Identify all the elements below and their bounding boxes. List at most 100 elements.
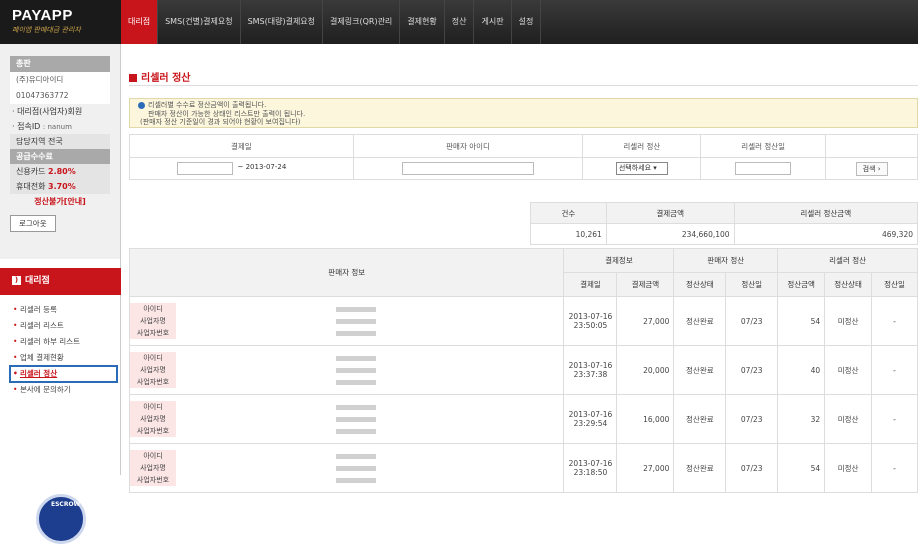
notice-box: 리셀러별 수수료 정산금액이 출력됩니다. 판매자 정산이 가능한 상태인 리스… bbox=[129, 98, 918, 128]
reseller-status: 미정산 bbox=[824, 345, 873, 395]
seller-settle-status: 정산완료 bbox=[673, 345, 727, 395]
nav-settlement[interactable]: 정산 bbox=[445, 0, 475, 44]
payment-date: 2013-07-16 23:18:50 bbox=[563, 443, 618, 493]
settlement-table: 판매자 정보 결제정보 판매자 정산 리셀러 정산 결제일 결제금액 정산상태 … bbox=[128, 248, 918, 493]
payment-date: 2013-07-16 23:37:38 bbox=[563, 345, 618, 395]
nav-payment-status[interactable]: 결제현황 bbox=[400, 0, 445, 44]
seller-settle-date: 07/23 bbox=[725, 394, 779, 444]
nav-settings[interactable]: 설정 bbox=[512, 0, 542, 44]
subheader-reseller-status: 정산상태 bbox=[824, 272, 873, 297]
region-row: 담당지역 전국 bbox=[10, 134, 110, 149]
seller-settle-status: 정산완료 bbox=[673, 394, 727, 444]
summary-table: 건수 결제금액 리셀러 정산금액 10,261 234,660,100 469,… bbox=[530, 202, 918, 245]
nav-sms-single[interactable]: SMS(건별)결제요청 bbox=[158, 0, 241, 44]
settle-status-select[interactable]: 선택하세요 ▾ bbox=[615, 162, 668, 175]
menu-reseller-register[interactable]: 리셀러 등록 bbox=[0, 302, 121, 318]
subheader-seller-status: 정산상태 bbox=[673, 272, 727, 297]
escrow-badge: ESCROW bbox=[36, 494, 86, 544]
main-nav: 대리점 SMS(건별)결제요청 SMS(대량)결제요청 결제링크(QR)관리 결… bbox=[121, 0, 542, 44]
summary-header-amount: 결제금액 bbox=[605, 202, 735, 224]
date-from-input[interactable] bbox=[177, 162, 234, 175]
date-to-input[interactable]: ~ 2013-07-24 bbox=[235, 162, 306, 175]
subheader-reseller-amount: 정산금액 bbox=[777, 272, 826, 297]
seller-id-input[interactable] bbox=[402, 162, 535, 175]
fee-header: 공급수수료 bbox=[10, 149, 110, 164]
search-table: 결제일 판매자 아이디 리셀러 정산 리셀러 정산일 ~ 2013-07-24 … bbox=[129, 134, 918, 180]
logout-button[interactable]: 로그아웃 bbox=[10, 215, 56, 232]
header-reseller-settle: 리셀러 정산 bbox=[777, 248, 918, 273]
nav-board[interactable]: 게시판 bbox=[474, 0, 512, 44]
logo[interactable]: PAYAPP 페이앱 판매대금 관리자 bbox=[0, 0, 121, 44]
reseller-status: 미정산 bbox=[824, 394, 873, 444]
notice-line-3: (판매자 정산 기준일이 경과 되어야 현황이 보여집니다) bbox=[140, 118, 301, 126]
seller-settle-date: 07/23 bbox=[725, 345, 779, 395]
reseller-amount: 32 bbox=[777, 394, 826, 444]
menu-reseller-sub-list[interactable]: 리셀러 하부 리스트 bbox=[0, 334, 121, 350]
subheader-date: 결제일 bbox=[563, 272, 618, 297]
menu-reseller-list[interactable]: 리셀러 리스트 bbox=[0, 318, 121, 334]
nav-agency[interactable]: 대리점 bbox=[121, 0, 159, 44]
search-button[interactable]: 검색 › bbox=[855, 161, 888, 176]
title-divider bbox=[129, 85, 918, 86]
table-row: 아이디 사업자명 사업자번호 2013-07-16 23:29:54 16,000… bbox=[128, 394, 918, 444]
page-title: 리셀러 정산 bbox=[129, 69, 190, 84]
menu-contact-hq[interactable]: 본사에 문의하기 bbox=[0, 382, 121, 398]
table-row: 아이디 사업자명 사업자번호 2013-07-16 23:18:50 27,000… bbox=[128, 443, 918, 493]
table-row: 아이디 사업자명 사업자번호 2013-07-16 23:37:38 20,000… bbox=[128, 345, 918, 395]
settle-date-cell bbox=[700, 157, 827, 180]
sidebar: 총판 (주)유디아이디 01047363772 · 대리점(사업자)회원 · 접… bbox=[0, 44, 121, 544]
seller-settle-status: 정산완료 bbox=[673, 443, 727, 493]
seller-settle-date: 07/23 bbox=[725, 443, 779, 493]
mobile-fee-row: 휴대전화 3.70% bbox=[10, 179, 110, 194]
seller-info-cell: 아이디 사업자명 사업자번호 bbox=[128, 394, 565, 444]
search-header-seller-id: 판매자 아이디 bbox=[352, 134, 584, 158]
seller-info-cell: 아이디 사업자명 사업자번호 bbox=[128, 296, 565, 346]
account-panel: 총판 (주)유디아이디 01047363772 · 대리점(사업자)회원 · 접… bbox=[0, 44, 120, 259]
reseller-date: - bbox=[871, 296, 918, 346]
payment-amount: 16,000 bbox=[616, 394, 675, 444]
side-menu: 리셀러 등록 리셀러 리스트 리셀러 하부 리스트 업체 결제현황 리셀러 정산… bbox=[0, 302, 121, 398]
payment-date: 2013-07-16 23:29:54 bbox=[563, 394, 618, 444]
search-button-cell: 검색 › bbox=[825, 157, 918, 180]
reseller-date: - bbox=[871, 443, 918, 493]
payment-date: 2013-07-16 23:50:05 bbox=[563, 296, 618, 346]
rss-icon: ) bbox=[12, 276, 21, 285]
title-marker-icon bbox=[129, 74, 137, 82]
settle-notice-link[interactable]: 정산불가[안내] bbox=[10, 194, 110, 209]
settle-select-cell: 선택하세요 ▾ bbox=[582, 157, 702, 180]
branch-label: 총판 bbox=[10, 56, 110, 72]
reseller-date: - bbox=[871, 394, 918, 444]
nav-sms-bulk[interactable]: SMS(대량)결제요청 bbox=[241, 0, 324, 44]
member-type: · 대리점(사업자)회원 bbox=[12, 107, 83, 116]
notice-line-1: 리셀러별 수수료 정산금액이 출력됩니다. bbox=[138, 101, 909, 110]
seller-settle-status: 정산완료 bbox=[673, 296, 727, 346]
login-id: · 접속ID : nanum bbox=[12, 122, 72, 131]
menu-merchant-payments[interactable]: 업체 결제현황 bbox=[0, 350, 121, 366]
reseller-status: 미정산 bbox=[824, 296, 873, 346]
menu-reseller-settlement[interactable]: 리셀러 정산 bbox=[9, 365, 118, 383]
table-row: 아이디 사업자명 사업자번호 2013-07-16 23:50:05 27,000… bbox=[128, 296, 918, 346]
seller-settle-date: 07/23 bbox=[725, 296, 779, 346]
search-header-blank bbox=[825, 134, 918, 158]
reseller-date: - bbox=[871, 345, 918, 395]
main-content: 리셀러 정산 리셀러별 수수료 정산금액이 출력됩니다. 판매자 정산이 가능한… bbox=[121, 44, 918, 493]
top-bar: PAYAPP 페이앱 판매대금 관리자 대리점 SMS(건별)결제요청 SMS(… bbox=[0, 0, 918, 44]
card-fee-row: 신용카드 2.80% bbox=[10, 164, 110, 179]
settle-date-input[interactable] bbox=[735, 162, 792, 175]
reseller-status: 미정산 bbox=[824, 443, 873, 493]
payment-amount: 27,000 bbox=[616, 296, 675, 346]
search-header-date: 결제일 bbox=[129, 134, 354, 158]
summary-reseller-amount: 469,320 bbox=[733, 223, 918, 245]
summary-amount: 234,660,100 bbox=[605, 223, 735, 245]
summary-header-reseller: 리셀러 정산금액 bbox=[733, 202, 918, 224]
date-range-cell: ~ 2013-07-24 bbox=[129, 157, 354, 180]
subheader-reseller-date: 정산일 bbox=[871, 272, 918, 297]
summary-header-count: 건수 bbox=[530, 202, 607, 224]
subheader-seller-date: 정산일 bbox=[725, 272, 779, 297]
nav-payment-link[interactable]: 결제링크(QR)관리 bbox=[323, 0, 401, 44]
logo-slogan: 페이앱 판매대금 관리자 bbox=[12, 26, 81, 34]
header-seller-settle: 판매자 정산 bbox=[673, 248, 779, 273]
notice-line-2: 판매자 정산이 가능한 상태인 리스트만 출력이 됩니다. bbox=[148, 109, 306, 118]
branch-value: (주)유디아이디 bbox=[10, 72, 110, 88]
header-payment-info: 결제정보 bbox=[563, 248, 675, 273]
